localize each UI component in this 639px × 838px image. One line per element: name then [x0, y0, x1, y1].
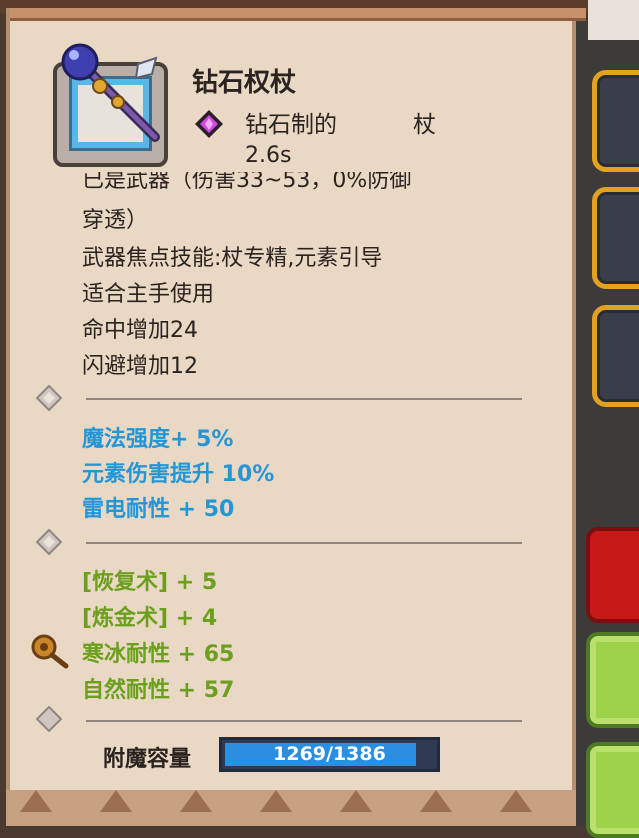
panel-scallop [20, 790, 52, 812]
description-line-5: 闪避增加12 [82, 354, 198, 379]
magic-stat-1: 元素伤害提升 10% [82, 462, 275, 487]
item-type: 杖 [413, 112, 436, 138]
panel-scallop [420, 790, 452, 812]
green-slot-button-1[interactable] [586, 632, 639, 728]
red-slot-button[interactable] [586, 527, 639, 623]
amulet-icon [31, 634, 69, 669]
magic-stat-2: 雷电耐性 + 50 [82, 497, 235, 522]
magic-stat-0: 魔法强度+ 5% [82, 427, 234, 452]
enchant-capacity-label: 附魔容量 [103, 747, 192, 772]
description-line-1: 穿透） [82, 208, 149, 233]
panel-scallop [180, 790, 212, 812]
equipment-slot-1[interactable] [592, 70, 639, 172]
section-divider-2 [86, 542, 522, 544]
description-line-2: 武器焦点技能:杖专精,元素引导 [82, 246, 383, 271]
panel-scallop [260, 790, 292, 812]
section-divider-3 [86, 720, 522, 722]
section-divider-1 [86, 398, 522, 400]
diamond-socket-icon [36, 385, 62, 411]
diamond-socket-icon [36, 706, 62, 732]
diamond-socket-icon [36, 529, 62, 555]
description-line-clipped: 已是武器（伤害33~53，0%防御 [82, 172, 502, 194]
item-material: 钻石制的 [245, 112, 337, 138]
equipment-slot-3[interactable] [592, 305, 639, 407]
panel-scallop [500, 790, 532, 812]
bonus-stat-2: 寒冰耐性 + 65 [82, 642, 235, 667]
panel-scallop [100, 790, 132, 812]
purple-gem-icon [195, 110, 223, 138]
attack-speed: 2.6s [245, 143, 292, 168]
diamond-staff-icon [61, 43, 160, 142]
description-line-4: 命中增加24 [82, 318, 198, 343]
green-slot-button-2[interactable] [586, 742, 639, 838]
panel-top-trim [10, 8, 586, 21]
bonus-stat-0: [恢复术] + 5 [82, 570, 218, 595]
enchant-capacity-value: 1269/1386 [273, 743, 386, 765]
panel-scallop [340, 790, 372, 812]
equipment-slot-2[interactable] [592, 187, 639, 289]
bonus-stat-3: 自然耐性 + 57 [82, 678, 235, 703]
item-name: 钻石权杖 [192, 68, 297, 98]
bonus-stat-1: [炼金术] + 4 [82, 606, 218, 631]
description-line-3: 适合主手使用 [82, 282, 215, 307]
enchant-capacity-bar: 1269/1386 [219, 737, 440, 772]
corner-decoration [588, 0, 639, 40]
description-line-0: 已是武器（伤害33~53，0%防御 [82, 172, 412, 193]
